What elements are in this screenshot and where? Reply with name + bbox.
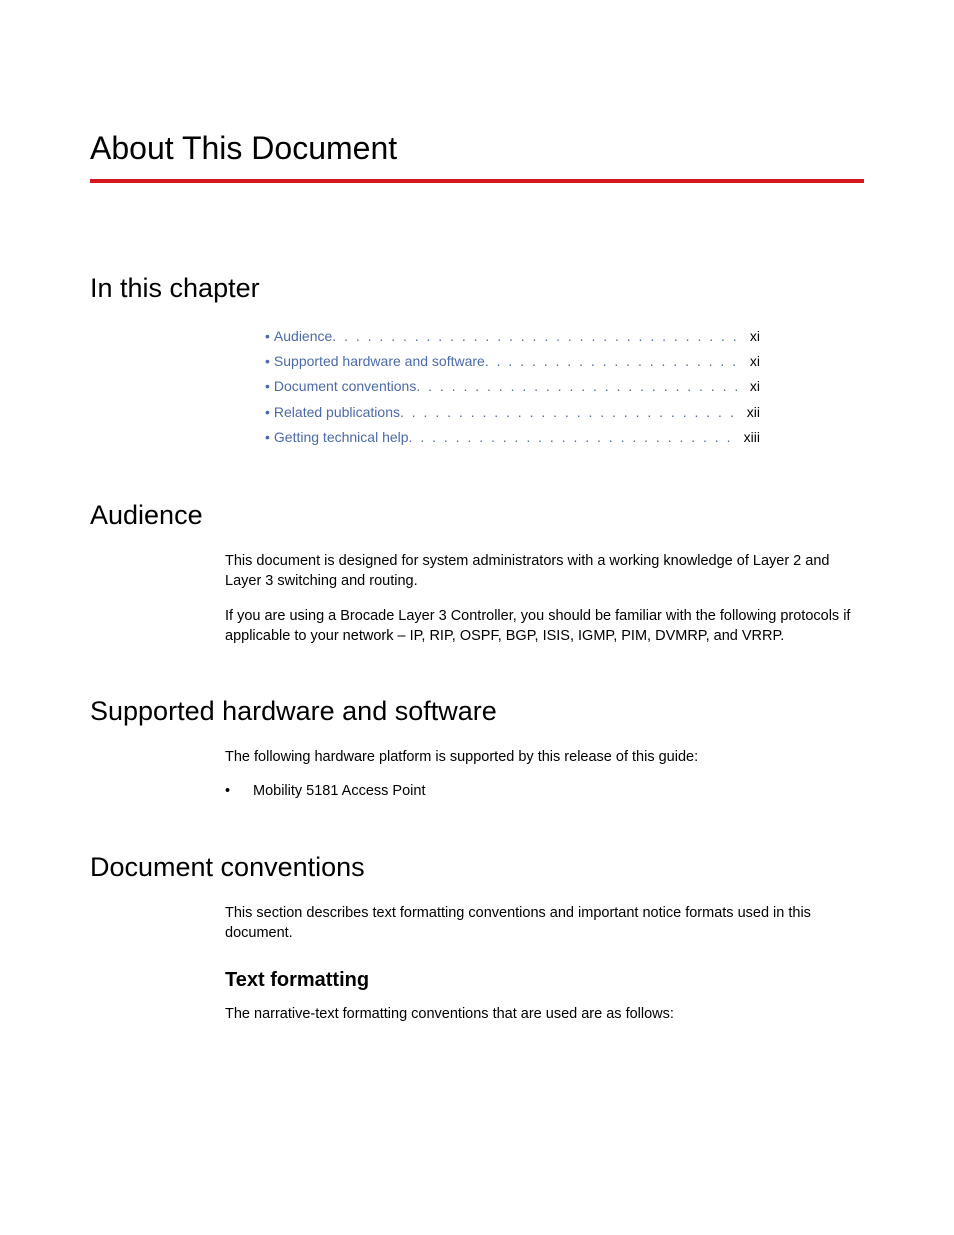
toc-page-number: xi <box>744 349 760 374</box>
toc-link-related[interactable]: Related publications <box>274 400 400 425</box>
toc-leader <box>485 349 744 374</box>
toc-item: • Audience xi <box>265 324 760 349</box>
toc-page-number: xi <box>744 374 760 399</box>
bullet-icon: • <box>265 425 270 450</box>
toc-page-number: xiii <box>738 425 760 450</box>
sub-heading-text-formatting: Text formatting <box>225 969 864 992</box>
toc-item: • Related publications xii <box>265 400 760 425</box>
toc-page-number: xi <box>744 324 760 349</box>
section-heading-audience: Audience <box>90 500 864 531</box>
toc-leader <box>409 425 738 450</box>
page-title: About This Document <box>90 130 864 167</box>
section-heading-in-this-chapter: In this chapter <box>90 273 864 304</box>
toc-link-supported[interactable]: Supported hardware and software <box>274 349 485 374</box>
toc-item: • Supported hardware and software xi <box>265 349 760 374</box>
toc-link-conventions[interactable]: Document conventions <box>274 374 416 399</box>
bullet-icon: • <box>265 374 270 399</box>
body-paragraph: This section describes text formatting c… <box>225 903 864 944</box>
table-of-contents: • Audience xi • Supported hardware and s… <box>265 324 864 450</box>
body-paragraph: The narrative-text formatting convention… <box>225 1004 864 1024</box>
toc-link-help[interactable]: Getting technical help <box>274 425 409 450</box>
toc-link-audience[interactable]: Audience <box>274 324 332 349</box>
toc-leader <box>332 324 744 349</box>
bullet-icon: • <box>265 349 270 374</box>
bullet-list: Mobility 5181 Access Point <box>225 781 864 801</box>
bullet-icon: • <box>265 324 270 349</box>
section-heading-supported: Supported hardware and software <box>90 696 864 727</box>
body-paragraph: If you are using a Brocade Layer 3 Contr… <box>225 606 864 647</box>
body-paragraph: This document is designed for system adm… <box>225 551 864 592</box>
section-heading-conventions: Document conventions <box>90 852 864 883</box>
toc-page-number: xii <box>741 400 760 425</box>
toc-leader <box>400 400 741 425</box>
toc-item: • Document conventions xi <box>265 374 760 399</box>
title-rule <box>90 179 864 183</box>
list-item: Mobility 5181 Access Point <box>225 781 864 801</box>
toc-item: • Getting technical help xiii <box>265 425 760 450</box>
toc-leader <box>416 374 744 399</box>
body-paragraph: The following hardware platform is suppo… <box>225 747 864 767</box>
bullet-icon: • <box>265 400 270 425</box>
